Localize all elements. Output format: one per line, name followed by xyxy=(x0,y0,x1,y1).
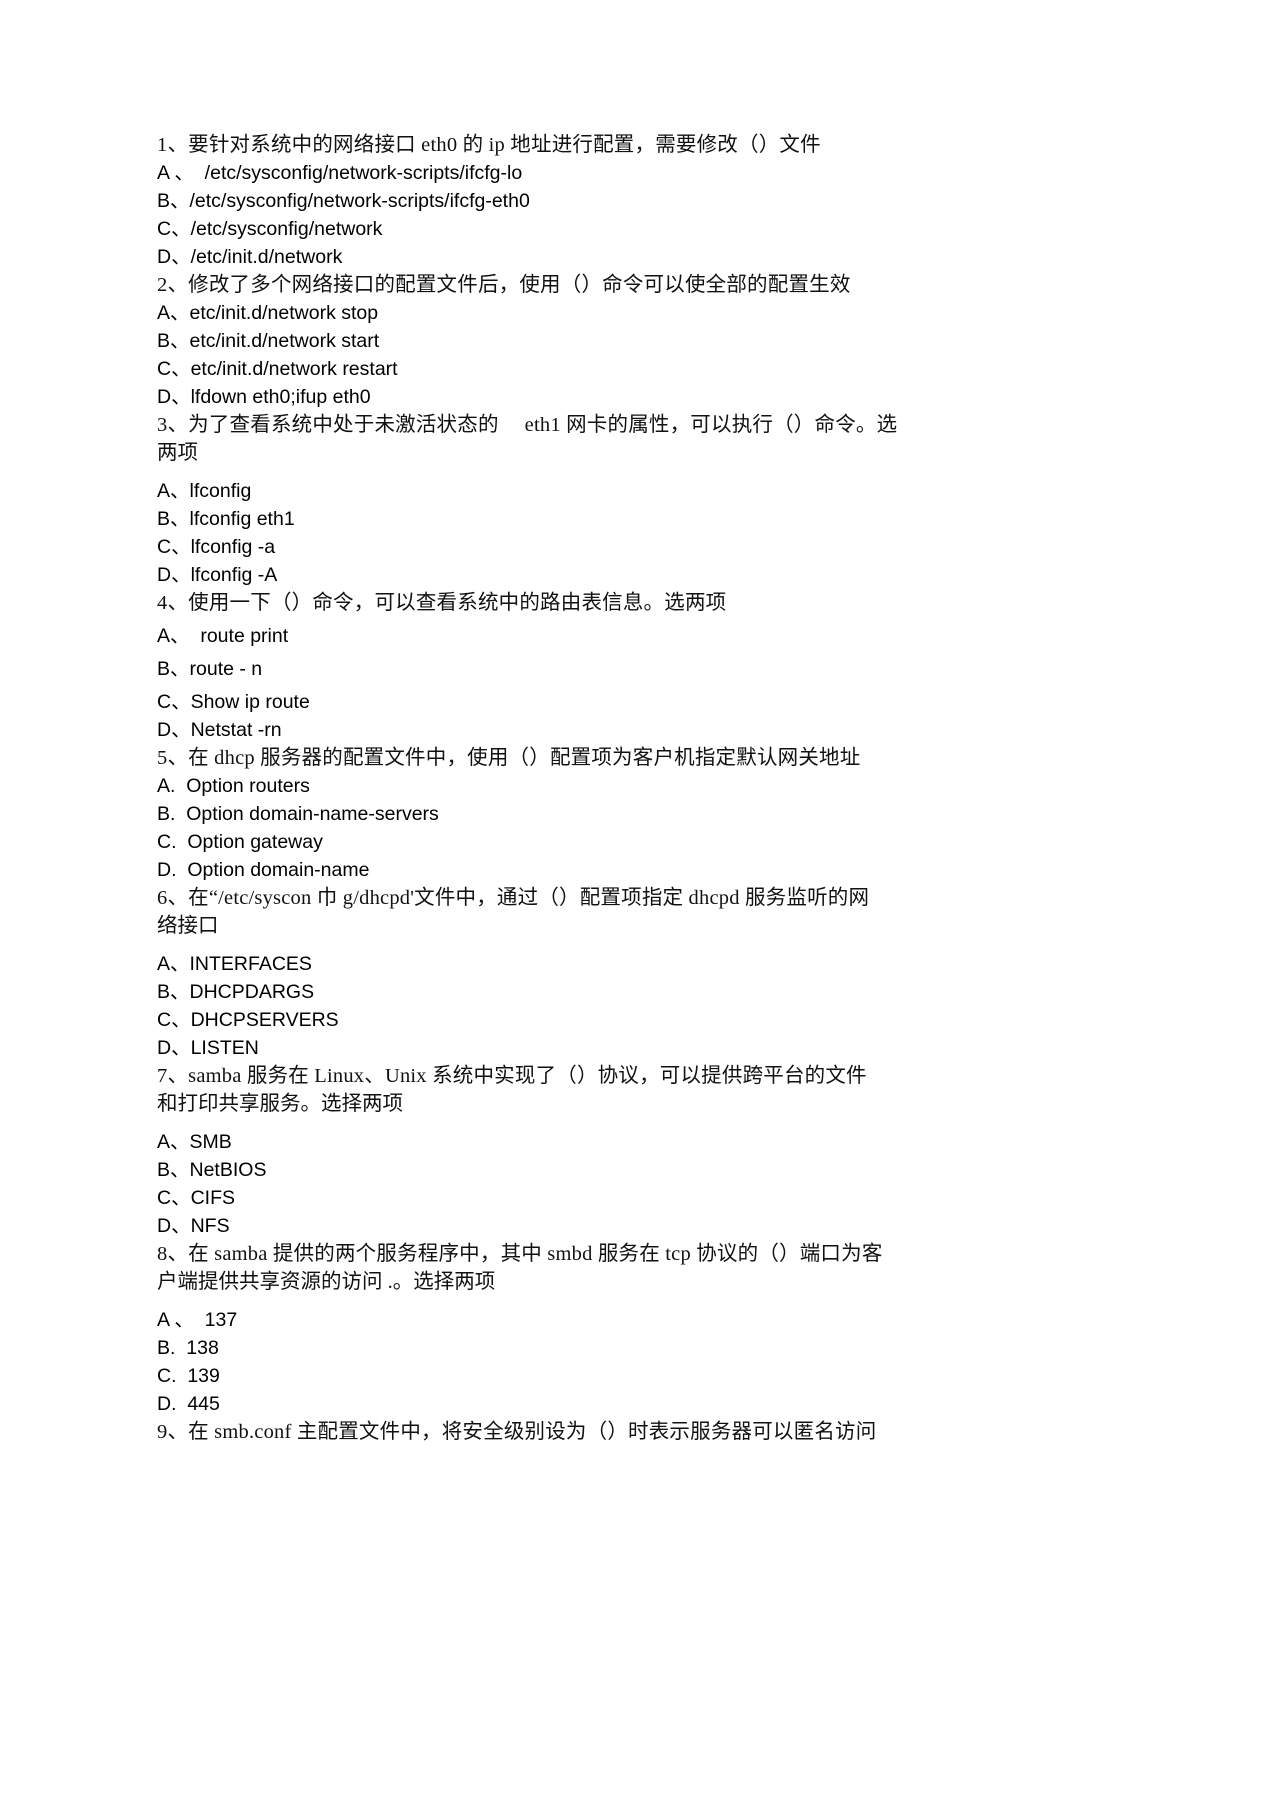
question-6-option-b[interactable]: B、DHCPDARGS xyxy=(157,978,917,1006)
question-8-option-d[interactable]: D. 445 xyxy=(157,1390,917,1418)
question-2-option-a[interactable]: A、etc/init.d/network stop xyxy=(157,299,917,327)
question-block-4: 4、使用一下（）命令，可以查看系统中的路由表信息。选两项 A、 route pr… xyxy=(157,589,917,744)
question-3-stem: 3、为了查看系统中处于未激活状态的 eth1 网卡的属性，可以执行（）命令。选 xyxy=(157,414,898,436)
question-6-stem-cont: 络接口 xyxy=(157,915,219,937)
document-page: 1、要针对系统中的网络接口 eth0 的 ip 地址进行配置，需要修改（）文件 … xyxy=(0,0,1274,1804)
question-4-stem: 4、使用一下（）命令，可以查看系统中的路由表信息。选两项 xyxy=(157,592,727,614)
question-2-option-c[interactable]: C、etc/init.d/network restart xyxy=(157,355,917,383)
question-6-option-a[interactable]: A、INTERFACES xyxy=(157,950,917,978)
question-4-option-a[interactable]: A、 route print xyxy=(157,622,917,650)
question-7-stem-cont: 和打印共享服务。选择两项 xyxy=(157,1093,403,1115)
question-7-option-a[interactable]: A、SMB xyxy=(157,1128,917,1156)
question-3-option-d[interactable]: D、lfconfig -A xyxy=(157,561,917,589)
question-6-option-c[interactable]: C、DHCPSERVERS xyxy=(157,1006,917,1034)
question-3-option-c[interactable]: C、lfconfig -a xyxy=(157,533,917,561)
question-1-option-a[interactable]: A 、 /etc/sysconfig/network-scripts/ifcfg… xyxy=(157,159,917,187)
question-1-option-c[interactable]: C、/etc/sysconfig/network xyxy=(157,215,917,243)
question-5-option-c[interactable]: C. Option gateway xyxy=(157,828,917,856)
question-7-option-c[interactable]: C、CIFS xyxy=(157,1184,917,1212)
question-block-1: 1、要针对系统中的网络接口 eth0 的 ip 地址进行配置，需要修改（）文件 … xyxy=(157,131,917,271)
question-8-option-a[interactable]: A 、 137 xyxy=(157,1306,917,1334)
question-block-9: 9、在 smb.conf 主配置文件中，将安全级别设为（）时表示服务器可以匿名访… xyxy=(157,1418,917,1446)
question-6-stem: 6、在“/etc/syscon 巾 g/dhcpd'文件中，通过（）配置项指定 … xyxy=(157,887,870,909)
question-4-option-b[interactable]: B、route - n xyxy=(157,655,917,683)
question-1-stem: 1、要针对系统中的网络接口 eth0 的 ip 地址进行配置，需要修改（）文件 xyxy=(157,134,821,156)
question-4-option-c[interactable]: C、Show ip route xyxy=(157,688,917,716)
question-8-option-c[interactable]: C. 139 xyxy=(157,1362,917,1390)
question-2-stem: 2、修改了多个网络接口的配置文件后，使用（）命令可以使全部的配置生效 xyxy=(157,274,851,296)
question-5-option-d[interactable]: D. Option domain-name xyxy=(157,856,917,884)
question-block-7: 7、samba 服务在 Linux、Unix 系统中实现了（）协议，可以提供跨平… xyxy=(157,1062,917,1240)
question-3-stem-cont: 两项 xyxy=(157,442,198,464)
question-7-option-b[interactable]: B、NetBIOS xyxy=(157,1156,917,1184)
question-2-option-d[interactable]: D、lfdown eth0;ifup eth0 xyxy=(157,383,917,411)
question-7-stem: 7、samba 服务在 Linux、Unix 系统中实现了（）协议，可以提供跨平… xyxy=(157,1065,867,1087)
question-block-8: 8、在 samba 提供的两个服务程序中，其中 smbd 服务在 tcp 协议的… xyxy=(157,1240,917,1418)
question-9-stem: 9、在 smb.conf 主配置文件中，将安全级别设为（）时表示服务器可以匿名访… xyxy=(157,1421,877,1443)
question-block-5: 5、在 dhcp 服务器的配置文件中，使用（）配置项为客户机指定默认网关地址 A… xyxy=(157,744,917,884)
question-5-option-b[interactable]: B. Option domain-name-servers xyxy=(157,800,917,828)
question-3-option-b[interactable]: B、lfconfig eth1 xyxy=(157,505,917,533)
question-8-stem: 8、在 samba 提供的两个服务程序中，其中 smbd 服务在 tcp 协议的… xyxy=(157,1243,883,1265)
question-block-6: 6、在“/etc/syscon 巾 g/dhcpd'文件中，通过（）配置项指定 … xyxy=(157,884,917,1062)
question-3-option-a[interactable]: A、lfconfig xyxy=(157,477,917,505)
question-5-option-a[interactable]: A. Option routers xyxy=(157,772,917,800)
question-8-option-b[interactable]: B. 138 xyxy=(157,1334,917,1362)
question-2-option-b[interactable]: B、etc/init.d/network start xyxy=(157,327,917,355)
question-block-3: 3、为了查看系统中处于未激活状态的 eth1 网卡的属性，可以执行（）命令。选 … xyxy=(157,411,917,589)
question-8-stem-cont: 户端提供共享资源的访问 .。选择两项 xyxy=(157,1271,496,1293)
question-7-option-d[interactable]: D、NFS xyxy=(157,1212,917,1240)
question-1-option-b[interactable]: B、/etc/sysconfig/network-scripts/ifcfg-e… xyxy=(157,187,917,215)
exam-questions-body: 1、要针对系统中的网络接口 eth0 的 ip 地址进行配置，需要修改（）文件 … xyxy=(157,131,917,1446)
question-6-option-d[interactable]: D、LISTEN xyxy=(157,1034,917,1062)
question-1-option-d[interactable]: D、/etc/init.d/network xyxy=(157,243,917,271)
question-block-2: 2、修改了多个网络接口的配置文件后，使用（）命令可以使全部的配置生效 A、etc… xyxy=(157,271,917,411)
question-4-option-d[interactable]: D、Netstat -rn xyxy=(157,716,917,744)
question-5-stem: 5、在 dhcp 服务器的配置文件中，使用（）配置项为客户机指定默认网关地址 xyxy=(157,747,861,769)
